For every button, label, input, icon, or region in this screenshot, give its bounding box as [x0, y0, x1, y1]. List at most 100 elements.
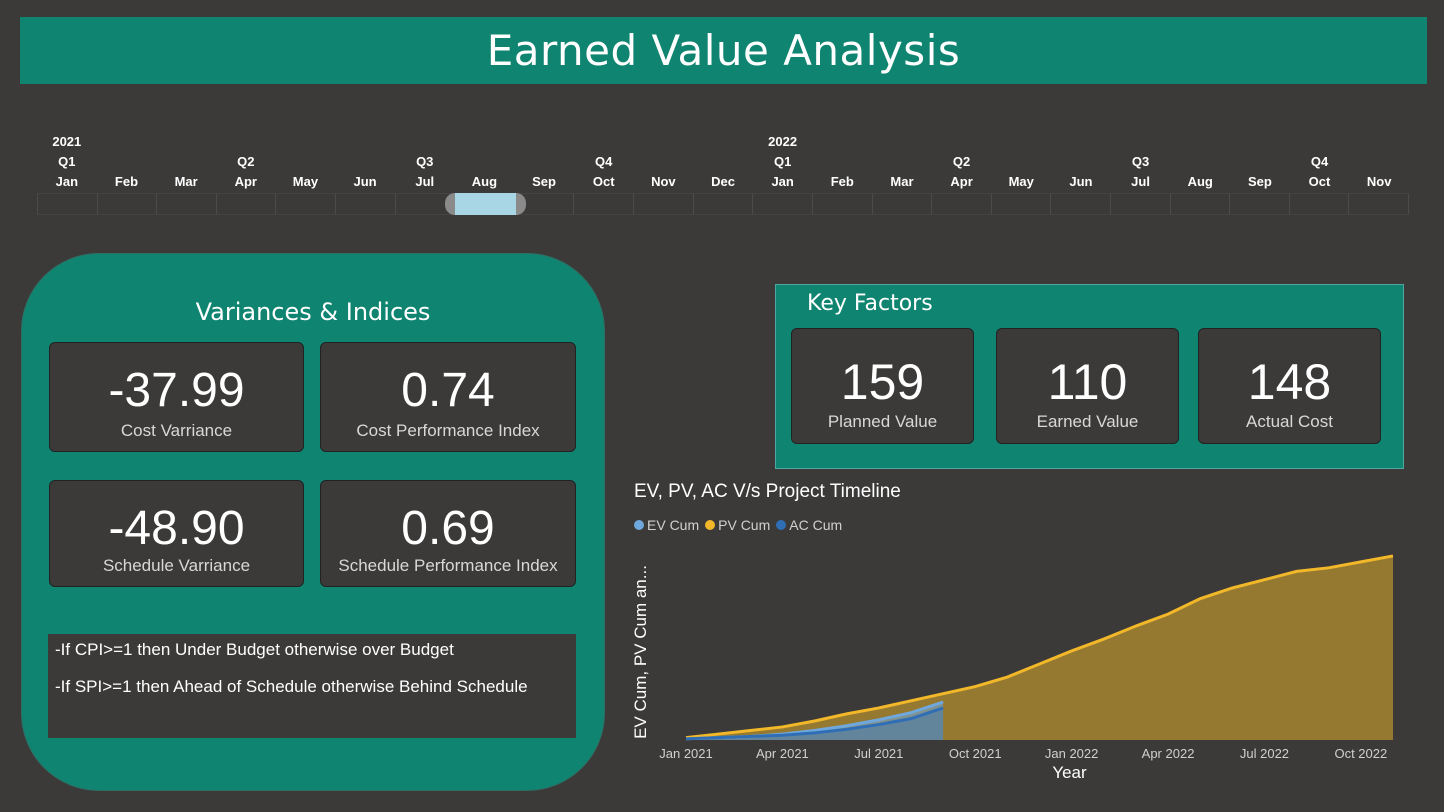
legend-item-pv[interactable]: PV Cum — [705, 517, 770, 533]
cpi-label: Cost Performance Index — [356, 421, 540, 440]
cpi-note: -If CPI>=1 then Under Budget otherwise o… — [55, 640, 454, 659]
spi-note: -If SPI>=1 then Ahead of Schedule otherw… — [55, 677, 528, 696]
timeline-cell[interactable] — [634, 193, 694, 215]
timeline-month-label[interactable]: Nov — [1367, 174, 1392, 189]
timeline-cell[interactable] — [216, 193, 277, 215]
spi-label: Schedule Performance Index — [338, 556, 558, 575]
timeline-quarter-label: Q1 — [773, 154, 792, 169]
timeline-quarter-label: Q1 — [58, 154, 76, 169]
timeline-year-label: 2022 — [768, 134, 798, 149]
x-tick-label: Jan 2022 — [1045, 746, 1099, 761]
timeline-cell[interactable] — [753, 193, 813, 215]
cost-variance-label: Cost Varriance — [120, 421, 233, 440]
timeline-month-label[interactable]: Jan — [56, 174, 78, 189]
notes-box: -If CPI>=1 then Under Budget otherwise o… — [48, 634, 576, 738]
variances-title: Variances & Indices — [195, 298, 431, 326]
timeline-cell[interactable] — [693, 193, 754, 215]
planned-value-card[interactable]: 159 Planned Value — [791, 328, 974, 444]
spi-card[interactable]: 0.69 Schedule Performance Index — [320, 480, 576, 587]
timeline-month-label[interactable]: May — [1009, 174, 1034, 189]
timeline-cell[interactable] — [574, 193, 635, 215]
timeline-year-label: 2021 — [52, 134, 82, 149]
x-axis-title: Year — [1052, 763, 1087, 782]
timeline-cell[interactable] — [991, 193, 1052, 215]
y-axis-title: EV Cum, PV Cum an... — [631, 565, 650, 739]
x-tick-label: Jul 2022 — [1240, 746, 1289, 761]
timeline-month-label[interactable]: May — [293, 174, 318, 189]
variances-panel: Variances & Indices -37.99 Cost Varrianc… — [21, 253, 605, 791]
x-tick-label: Jan 2021 — [659, 746, 713, 761]
cpi-value: 0.74 — [401, 364, 495, 417]
ev-pv-ac-chart[interactable]: Jan 2021 Apr 2021 Jul 2021 Oct 2021 Jan 2022… — [620, 540, 1410, 790]
timeline-track[interactable] — [37, 193, 1410, 215]
legend-label-pv: PV Cum — [718, 517, 771, 533]
timeline-cell[interactable] — [97, 193, 158, 215]
cpi-card[interactable]: 0.74 Cost Performance Index — [320, 342, 576, 452]
chart-title: EV, PV, AC V/s Project Timeline — [634, 481, 901, 502]
cost-variance-card[interactable]: -37.99 Cost Varriance — [49, 342, 304, 452]
timeline-quarter-label: Q4 — [595, 154, 613, 169]
timeline-month-label[interactable]: Aug — [472, 174, 497, 189]
legend-item-ev[interactable]: EV Cum — [634, 517, 699, 533]
timeline-month-label[interactable]: Oct — [593, 174, 615, 189]
timeline-cell[interactable] — [1170, 193, 1231, 215]
timeline-month-label[interactable]: Apr — [235, 174, 257, 189]
legend-item-ac[interactable]: AC Cum — [776, 517, 842, 533]
timeline-cell[interactable] — [1349, 193, 1410, 215]
timeline-cell[interactable] — [276, 193, 337, 215]
x-tick-label: Apr 2022 — [1142, 746, 1195, 761]
planned-value-label: Planned Value — [827, 412, 938, 431]
timeline-cell[interactable] — [157, 193, 217, 215]
timeline-quarter-label: Q4 — [1310, 154, 1329, 169]
page-title: Earned Value Analysis — [486, 26, 961, 75]
actual-cost-value: 148 — [1247, 354, 1332, 410]
timeline-cell[interactable] — [1110, 193, 1171, 215]
timeline-month-label[interactable]: Jul — [415, 174, 434, 189]
key-factors-title: Key Factors — [807, 291, 933, 316]
timeline-selection-handle[interactable] — [444, 193, 527, 215]
timeline-cell[interactable] — [1230, 193, 1290, 215]
timeline-month-label[interactable]: Jun — [1069, 174, 1092, 189]
timeline-month-label[interactable]: Aug — [1188, 174, 1213, 189]
timeline-month-label[interactable]: Feb — [115, 174, 138, 189]
x-tick-label: Oct 2022 — [1334, 746, 1387, 761]
timeline-month-label[interactable]: Mar — [175, 174, 198, 189]
timeline-month-label[interactable]: Jul — [1131, 174, 1150, 189]
timeline-month-label[interactable]: Oct — [1309, 174, 1331, 189]
earned-value-label: Earned Value — [1036, 412, 1139, 431]
legend-dot-ac — [776, 520, 787, 530]
timeline-month-label[interactable]: Dec — [711, 174, 735, 189]
timeline-month-label[interactable]: Sep — [532, 174, 556, 189]
spi-value: 0.69 — [401, 502, 495, 555]
timeline-month-label[interactable]: Jun — [354, 174, 377, 189]
timeline-cell[interactable] — [812, 193, 873, 215]
title-banner: Earned Value Analysis — [20, 17, 1427, 84]
series-area-pv-cum — [686, 555, 1393, 740]
timeline-quarter-label: Q2 — [237, 154, 255, 169]
timeline-cell[interactable] — [336, 193, 396, 215]
timeline-cell[interactable] — [1051, 193, 1111, 215]
key-factors-panel: Key Factors 159 Planned Value 110 Earned… — [775, 284, 1404, 469]
earned-value-card[interactable]: 110 Earned Value — [996, 328, 1179, 444]
x-tick-label: Apr 2021 — [756, 746, 809, 761]
timeline-slicer[interactable]: 2021 2022 Q1 Q2 Q3 Q4 Q1 Q2 Q3 Q4 Jan Feb Mar Apr May J… — [37, 130, 1410, 220]
cost-variance-value: -37.99 — [108, 364, 245, 417]
timeline-cell[interactable] — [37, 193, 98, 215]
timeline-month-label[interactable]: Nov — [651, 174, 676, 189]
x-tick-label: Jul 2021 — [854, 746, 903, 761]
x-tick-label: Oct 2021 — [949, 746, 1002, 761]
legend-dot-pv — [705, 520, 716, 530]
timeline-month-label[interactable]: Feb — [831, 174, 854, 189]
earned-value-value: 110 — [1047, 354, 1128, 410]
planned-value-value: 159 — [840, 354, 925, 410]
timeline-month-label[interactable]: Sep — [1248, 174, 1272, 189]
actual-cost-card[interactable]: 148 Actual Cost — [1198, 328, 1381, 444]
timeline-cell[interactable] — [872, 193, 933, 215]
timeline-quarter-label: Q3 — [1131, 154, 1150, 169]
schedule-variance-card[interactable]: -48.90 Schedule Varriance — [49, 480, 304, 587]
timeline-month-label[interactable]: Mar — [890, 174, 913, 189]
timeline-month-label[interactable]: Apr — [950, 174, 972, 189]
timeline-cell[interactable] — [932, 193, 992, 215]
timeline-month-label[interactable]: Jan — [771, 174, 793, 189]
timeline-cell[interactable] — [1289, 193, 1350, 215]
